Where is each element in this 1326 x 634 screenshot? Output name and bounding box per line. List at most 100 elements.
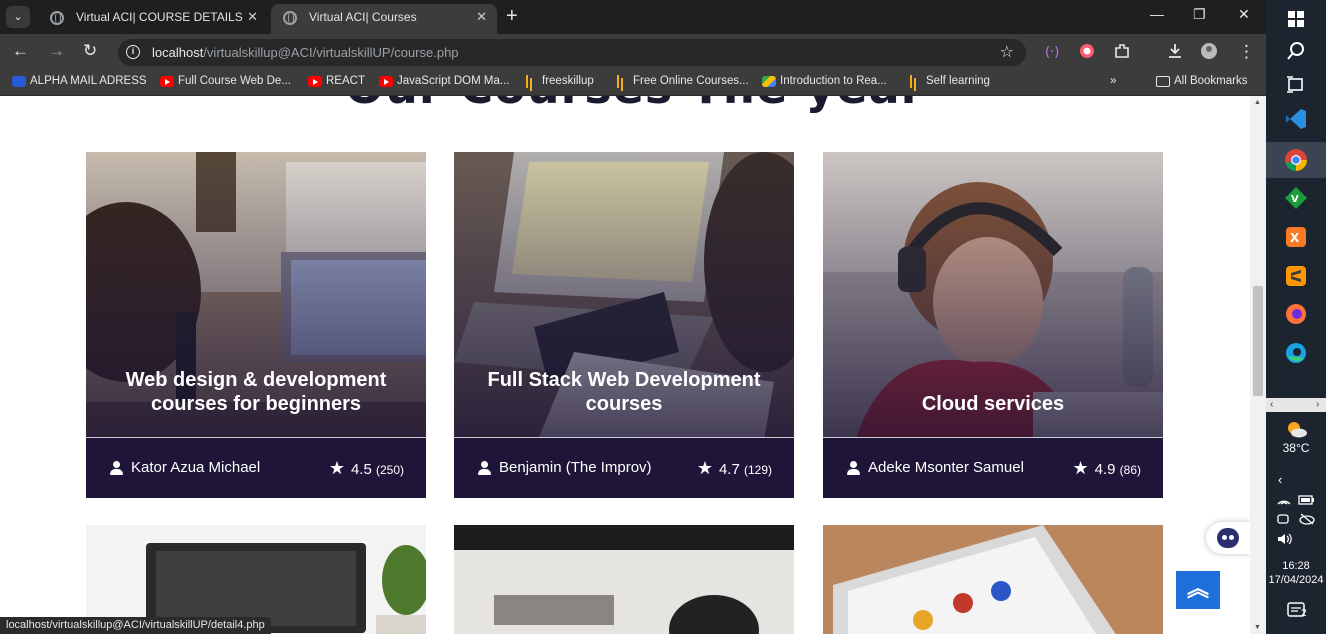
- cloud-offline-icon[interactable]: [1298, 513, 1316, 525]
- extension-record-icon[interactable]: [1078, 42, 1096, 60]
- minimize-button[interactable]: —: [1150, 6, 1164, 22]
- globe-icon: [50, 11, 64, 25]
- svg-text:V: V: [1291, 194, 1299, 205]
- clock-time[interactable]: 16:28: [1266, 560, 1326, 572]
- tray-scroll-bar[interactable]: ‹ ›: [1266, 398, 1326, 412]
- back-button[interactable]: ←: [12, 40, 29, 62]
- edge-icon[interactable]: [1283, 340, 1309, 366]
- task-view-icon[interactable]: [1283, 72, 1309, 98]
- vim-icon[interactable]: V: [1283, 185, 1309, 211]
- course-title[interactable]: Full Stack Web Development courses: [464, 368, 784, 416]
- youtube-icon: [160, 76, 174, 87]
- chrome-icon[interactable]: [1283, 147, 1309, 173]
- extension-brackets-icon[interactable]: (·): [1043, 42, 1061, 60]
- web-page: Our Courses Tile year Web design & devel…: [0, 96, 1250, 634]
- instructor-name: Kator Azua Michael: [109, 459, 260, 476]
- browser-menu-icon[interactable]: ⋮: [1238, 41, 1255, 63]
- chat-bot-button[interactable]: [1206, 522, 1250, 554]
- scroll-to-top-button[interactable]: ︽: [1176, 571, 1220, 609]
- course-card-web-design[interactable]: Web design & development courses for beg…: [86, 152, 426, 498]
- course-rating: ★ 4.7 (129): [697, 458, 772, 479]
- browser-tab-strip: ⌄ Virtual ACI| COURSE DETAILS ✕ Virtual …: [0, 0, 1266, 34]
- course-card-laptop-design[interactable]: [823, 525, 1163, 634]
- extensions-puzzle-icon[interactable]: [1113, 42, 1131, 60]
- reload-button[interactable]: ↻: [83, 40, 97, 62]
- browser-tab-courses[interactable]: Virtual ACI| Courses ✕: [271, 4, 497, 34]
- course-title[interactable]: Cloud services: [833, 392, 1153, 416]
- restore-button[interactable]: ❐: [1193, 6, 1206, 23]
- browser-tab-course-details[interactable]: Virtual ACI| COURSE DETAILS ✕: [38, 4, 268, 34]
- clock-date[interactable]: 17/04/2024: [1266, 574, 1326, 586]
- meet-now-icon[interactable]: [1276, 513, 1292, 525]
- rating-value: 4.5: [350, 461, 372, 478]
- scroll-right-arrow-icon[interactable]: ›: [1316, 398, 1319, 412]
- svg-text:(·): (·): [1045, 45, 1059, 60]
- bookmark-full-course[interactable]: Full Course Web De...: [160, 75, 291, 87]
- sublime-text-icon[interactable]: [1283, 263, 1309, 289]
- windows-start-icon[interactable]: [1283, 6, 1309, 32]
- more-bookmarks-icon[interactable]: »: [1110, 75, 1116, 87]
- close-tab-icon[interactable]: ✕: [247, 4, 258, 30]
- download-icon[interactable]: [1166, 42, 1184, 60]
- page-scrollbar[interactable]: ▲ ▼: [1250, 96, 1266, 634]
- show-hidden-icons-chevron-icon[interactable]: ‹: [1266, 472, 1326, 487]
- instructor-name: Benjamin (The Improv): [477, 459, 652, 476]
- bookmark-label: Self learning: [926, 75, 990, 87]
- volume-icon[interactable]: [1276, 532, 1294, 546]
- instructor-label: Adeke Msonter Samuel: [868, 459, 1024, 476]
- wifi-icon[interactable]: [1276, 494, 1292, 506]
- close-window-button[interactable]: ✕: [1238, 6, 1250, 23]
- scroll-up-arrow-icon[interactable]: ▲: [1254, 99, 1261, 106]
- course-rating: ★ 4.5 (250): [329, 458, 404, 479]
- bookmark-freeskillup[interactable]: freeskillup: [524, 75, 594, 88]
- youtube-icon: [308, 76, 322, 87]
- user-icon: [846, 461, 861, 475]
- course-card-full-stack[interactable]: Full Stack Web Development courses Benja…: [454, 152, 794, 498]
- youtube-icon: [379, 76, 393, 87]
- close-tab-icon[interactable]: ✕: [476, 4, 487, 30]
- mail-icon: [12, 76, 26, 87]
- chat-bot-icon: [1217, 528, 1239, 548]
- site-info-icon[interactable]: i: [126, 45, 140, 59]
- vscode-icon[interactable]: [1283, 106, 1309, 132]
- forward-button[interactable]: →: [48, 40, 65, 62]
- course-title[interactable]: Web design & development courses for beg…: [96, 368, 416, 416]
- scroll-down-arrow-icon[interactable]: ▼: [1254, 624, 1261, 631]
- bookmark-self-learning[interactable]: Self learning: [908, 75, 990, 88]
- all-bookmarks-folder[interactable]: All Bookmarks: [1156, 75, 1248, 87]
- address-bar[interactable]: i localhost/virtualskillup@ACI/virtualsk…: [118, 39, 1026, 66]
- bookmark-alpha-mail[interactable]: ALPHA MAIL ADRESS: [12, 75, 147, 87]
- url-host: localhost: [152, 45, 204, 60]
- bookmark-label: All Bookmarks: [1174, 75, 1248, 87]
- weather-temperature[interactable]: 38°C: [1266, 441, 1326, 455]
- firefox-icon[interactable]: [1283, 301, 1309, 327]
- card-footer: Adeke Msonter Samuel ★ 4.9 (86): [823, 438, 1163, 498]
- bookmark-star-icon[interactable]: ☆: [1000, 42, 1014, 62]
- review-count: (250): [375, 463, 404, 477]
- xampp-icon[interactable]: X: [1283, 224, 1309, 250]
- bookmark-react[interactable]: REACT: [308, 75, 365, 87]
- bookmark-javascript-dom[interactable]: JavaScript DOM Ma...: [379, 75, 509, 87]
- profile-avatar-icon[interactable]: [1200, 42, 1218, 60]
- link-status-url: localhost/virtualskillup@ACI/virtualskil…: [0, 617, 271, 634]
- bars-icon: [908, 75, 922, 88]
- weather-cloud-sun-icon[interactable]: [1286, 420, 1308, 438]
- course-card-workspace[interactable]: [454, 525, 794, 634]
- scrollbar-thumb[interactable]: [1253, 286, 1263, 396]
- tab-search-button[interactable]: ⌄: [6, 6, 30, 28]
- search-icon[interactable]: [1283, 38, 1309, 64]
- course-card-cloud-services[interactable]: Cloud services Adeke Msonter Samuel ★ 4.9…: [823, 152, 1163, 498]
- star-icon: ★: [696, 458, 713, 478]
- scroll-left-arrow-icon[interactable]: ‹: [1270, 398, 1273, 412]
- tab-title: Virtual ACI| COURSE DETAILS: [76, 10, 243, 24]
- new-tab-button[interactable]: +: [506, 5, 518, 27]
- bookmark-free-online-courses[interactable]: Free Online Courses...: [615, 75, 749, 88]
- review-count: (86): [1119, 463, 1141, 477]
- course-rating: ★ 4.9 (86): [1072, 458, 1141, 479]
- notification-count: 2: [1301, 608, 1307, 619]
- windows-taskbar: V X ‹ › 38°C ‹ 16:28 17/04/2024 2: [1266, 0, 1326, 634]
- bookmark-label: Introduction to Rea...: [780, 75, 887, 87]
- battery-icon[interactable]: [1298, 494, 1316, 506]
- bookmark-introduction[interactable]: Introduction to Rea...: [762, 75, 887, 87]
- url-text[interactable]: localhost/virtualskillup@ACI/virtualskil…: [152, 45, 459, 60]
